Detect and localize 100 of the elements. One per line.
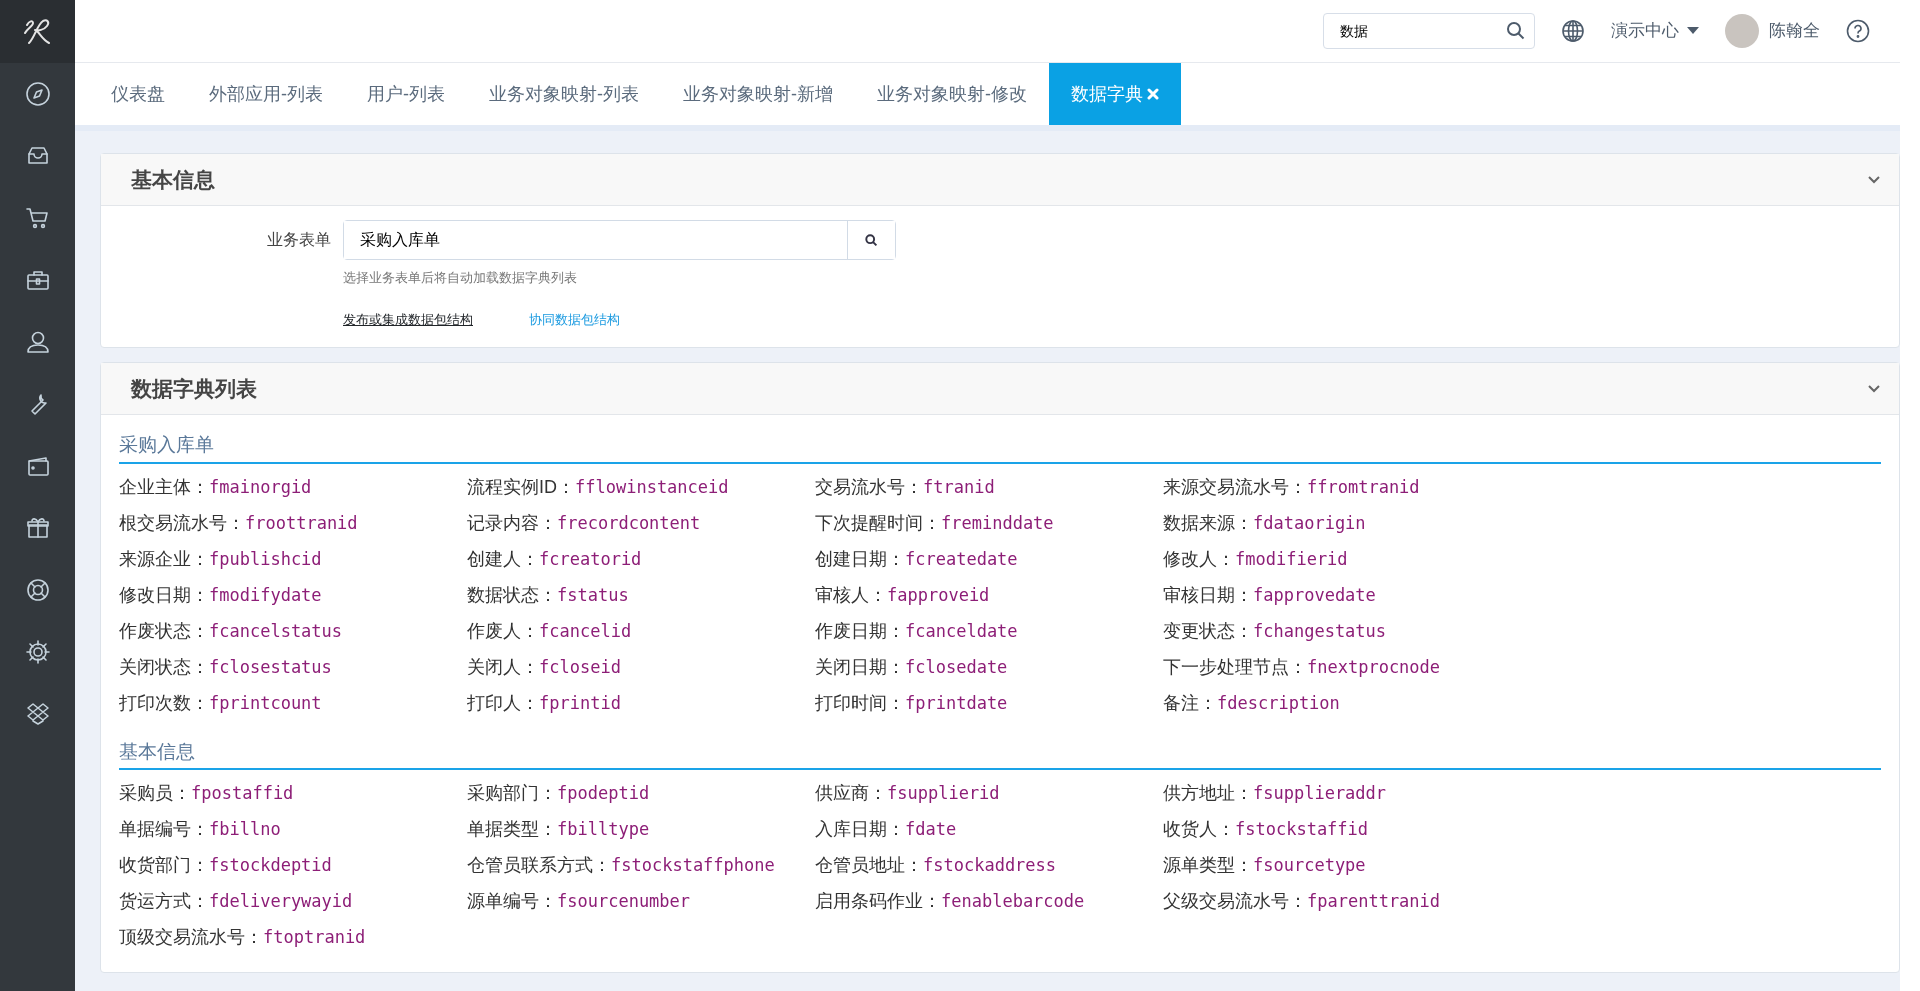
tab[interactable]: 数据字典 (1049, 63, 1181, 125)
field-key: ftranid (923, 474, 995, 500)
compass-icon[interactable] (23, 80, 52, 108)
field-label: 采购员： (119, 782, 191, 805)
field-key: fdataorigin (1253, 510, 1366, 536)
field-key: fpostaffid (191, 781, 294, 807)
tab[interactable]: 业务对象映射-新增 (661, 63, 855, 125)
field-label: 仓管员地址： (815, 854, 923, 877)
field-key: frecordcontent (557, 510, 701, 536)
field-label: 供应商： (815, 782, 887, 805)
field-key: fparenttranid (1307, 889, 1441, 915)
field-label: 修改日期： (119, 583, 209, 607)
help-icon[interactable] (1846, 19, 1870, 43)
field-key: fchangestatus (1253, 618, 1387, 644)
field-key: fcloseid (539, 654, 621, 680)
field-key: fmodifydate (209, 582, 322, 608)
field-key: fcanceldate (905, 618, 1018, 644)
field-label: 收货人： (1163, 818, 1235, 841)
tab[interactable]: 外部应用-列表 (187, 63, 345, 125)
search-button[interactable] (847, 221, 895, 259)
field-label: 父级交易流水号： (1163, 890, 1307, 913)
field-key: freminddate (941, 510, 1054, 536)
caret-icon (1687, 27, 1699, 35)
field-label: 货运方式： (119, 890, 209, 913)
field-label: 供方地址： (1163, 782, 1253, 805)
tab[interactable]: 业务对象映射-修改 (855, 63, 1049, 125)
field-key: fstatus (557, 582, 629, 608)
field-key: fcancelid (539, 618, 632, 644)
field-key: fclosestatus (209, 654, 332, 680)
field-label: 打印时间： (815, 691, 905, 715)
field-label: 审核日期： (1163, 583, 1253, 607)
globe-icon[interactable] (1561, 19, 1585, 43)
field-key: fapprovedate (1253, 582, 1376, 608)
group-title: 基本信息 (119, 737, 1881, 770)
field-key: fprintid (539, 690, 621, 716)
close-icon[interactable] (1147, 88, 1159, 100)
search-icon (865, 233, 878, 247)
field-key: ftoptranid (263, 925, 366, 951)
settings-icon[interactable] (23, 638, 52, 666)
field-label: 修改人： (1163, 547, 1235, 571)
field-label: 作废人： (467, 619, 539, 643)
tab[interactable]: 业务对象映射-列表 (467, 63, 661, 125)
field-label: 下次提醒时间： (815, 511, 941, 535)
field-label: 流程实例ID： (467, 475, 575, 499)
field-label: 根交易流水号： (119, 511, 245, 535)
card-title: 数据字典列表 (131, 375, 257, 402)
link[interactable]: 协同数据包结构 (529, 309, 620, 329)
field-label: 单据编号： (119, 818, 209, 841)
field-key: fbillno (209, 817, 281, 843)
field-key: fcreatedate (905, 546, 1018, 572)
field-key: fsourcetype (1253, 853, 1366, 879)
field-label: 创建人： (467, 547, 539, 571)
field-key: fmainorgid (209, 474, 312, 500)
field-key: fsupplieraddr (1253, 781, 1387, 807)
field-key: fprintcount (209, 690, 322, 716)
field-label: 作废日期： (815, 619, 905, 643)
field-label: 启用条码作业： (815, 890, 941, 913)
field-label: 关闭日期： (815, 655, 905, 679)
field-label: 打印次数： (119, 691, 209, 715)
field-label: 入库日期： (815, 818, 905, 841)
tab[interactable]: 用户-列表 (345, 63, 467, 125)
field-key: fflowinstanceid (575, 474, 729, 500)
chevron-icon[interactable] (1867, 174, 1881, 185)
field-key: fdate (905, 817, 957, 843)
hint-text: 选择业务表单后将自动加载数据字典列表 (343, 269, 578, 287)
field-key: fstockdeptid (209, 853, 332, 879)
field-label: 单据类型： (467, 818, 557, 841)
field-label: 交易流水号： (815, 475, 923, 499)
chevron-icon[interactable] (1867, 383, 1881, 394)
field-label: 数据状态： (467, 583, 557, 607)
field-label: 仓管员联系方式： (467, 854, 611, 877)
field-key: fstockstaffphone (611, 853, 775, 879)
field-label: 来源交易流水号： (1163, 475, 1307, 499)
field-label: 源单编号： (467, 890, 557, 913)
field-key: fbilltype (557, 817, 650, 843)
field-label: 审核人： (815, 583, 887, 607)
field-key: fsourcenumber (557, 889, 691, 915)
user-name[interactable]: 陈翰全 (1769, 18, 1820, 44)
field-label: 创建日期： (815, 547, 905, 571)
field-key: fenablebarcode (941, 889, 1085, 915)
field-label: 打印人： (467, 691, 539, 715)
field-key: fdeliverywayid (209, 889, 353, 915)
field-key: fdescription (1217, 690, 1340, 716)
tab[interactable]: 仪表盘 (89, 63, 187, 125)
field-key: fnextprocnode (1307, 654, 1441, 680)
field-key: fclosedate (905, 654, 1008, 680)
field-key: fprintdate (905, 690, 1008, 716)
field-label: 备注： (1163, 691, 1217, 715)
field-label: 业务表单 (266, 230, 331, 250)
field-label: 作废状态： (119, 619, 209, 643)
link[interactable]: 发布或集成数据包结构 (343, 309, 473, 329)
group-title: 采购入库单 (119, 431, 1881, 464)
search-icon[interactable] (1506, 21, 1526, 41)
field-key: fmodifierid (1235, 546, 1348, 572)
field-label: 记录内容： (467, 511, 557, 535)
field-label: 下一步处理节点： (1163, 655, 1307, 679)
org-menu[interactable]: 演示中心 (1611, 18, 1699, 44)
field-key: fstockaddress (923, 853, 1057, 879)
search-box[interactable]: 数据 (1323, 13, 1535, 49)
field-label: 数据来源： (1163, 511, 1253, 535)
